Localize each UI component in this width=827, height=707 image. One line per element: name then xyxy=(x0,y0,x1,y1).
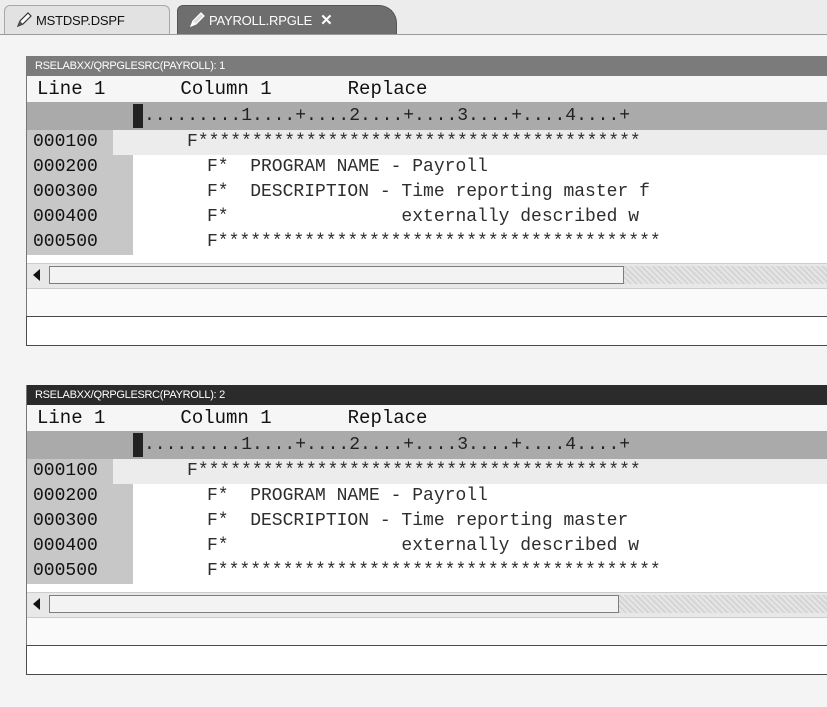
source-text[interactable]: F* DESCRIPTION - Time reporting master xyxy=(133,509,628,534)
sequence-number: 000500 xyxy=(27,559,133,584)
source-text[interactable]: F***************************************… xyxy=(113,459,827,484)
horizontal-scrollbar[interactable] xyxy=(27,592,827,618)
source-text[interactable]: F* externally described w xyxy=(133,534,639,559)
scrollbar-thumb[interactable] xyxy=(49,266,624,284)
column-indicator: Column 1 xyxy=(180,407,272,429)
horizontal-scrollbar[interactable] xyxy=(27,263,827,289)
source-lines[interactable]: 000100 F*********************************… xyxy=(27,130,827,255)
source-row[interactable]: 000500 F*********************************… xyxy=(27,559,827,584)
pane-header: RSELABXX/QRPGLESRC(PAYROLL): 2 xyxy=(27,385,827,405)
line-indicator: Line 1 xyxy=(37,407,106,429)
source-row[interactable]: 000300 F* DESCRIPTION - Time reporting ma… xyxy=(27,180,827,205)
sequence-number: 000200 xyxy=(27,484,133,509)
insert-mode-indicator: Replace xyxy=(347,407,428,429)
scroll-left-arrow-icon[interactable] xyxy=(33,269,40,281)
editor-window: MSTDSP.DSPF PAYROLL.RPGLE ✕ RSELABXX/QRP… xyxy=(0,0,827,707)
pane-header: RSELABXX/QRPGLESRC(PAYROLL): 1 xyxy=(27,56,827,76)
editor-pane-2[interactable]: RSELABXX/QRPGLESRC(PAYROLL): 2 Line 1 Col… xyxy=(26,385,827,675)
column-ruler: .........1....+....2....+....3....+....4… xyxy=(27,102,827,130)
sequence-number: 000400 xyxy=(27,534,133,559)
scrollbar-thumb[interactable] xyxy=(49,595,619,613)
ruler-scale: .........1....+....2....+....3....+....4… xyxy=(144,106,631,126)
pencil-icon xyxy=(16,12,32,28)
text-cursor xyxy=(133,104,143,128)
source-lines[interactable]: 000100 F*********************************… xyxy=(27,459,827,584)
sequence-number: 000500 xyxy=(27,230,133,255)
editor-pane-1[interactable]: RSELABXX/QRPGLESRC(PAYROLL): 1 Line 1 Col… xyxy=(26,56,827,346)
source-row[interactable]: 000100 F*********************************… xyxy=(27,459,827,484)
sequence-number: 000200 xyxy=(27,155,133,180)
command-line-input[interactable] xyxy=(26,645,827,675)
source-row[interactable]: 000400 F* externally described w xyxy=(27,534,827,559)
status-line: Line 1 Column 1 Replace xyxy=(27,405,827,431)
source-row[interactable]: 000500 F*********************************… xyxy=(27,230,827,255)
source-row[interactable]: 000400 F* externally described w xyxy=(27,205,827,230)
message-area xyxy=(27,618,827,645)
source-row[interactable]: 000200 F* PROGRAM NAME - Payroll xyxy=(27,155,827,180)
scrollbar-track[interactable] xyxy=(624,266,827,284)
pencil-icon xyxy=(189,12,205,28)
scrollbar-track[interactable] xyxy=(619,595,827,613)
tab-payroll-rpgle[interactable]: PAYROLL.RPGLE ✕ xyxy=(177,5,397,34)
command-line-input[interactable] xyxy=(26,316,827,346)
text-cursor xyxy=(133,433,143,457)
tab-label: MSTDSP.DSPF xyxy=(36,12,125,28)
line-indicator: Line 1 xyxy=(37,78,106,100)
source-text[interactable]: F* PROGRAM NAME - Payroll xyxy=(133,484,488,509)
source-row[interactable]: 000100 F*********************************… xyxy=(27,130,827,155)
source-row[interactable]: 000200 F* PROGRAM NAME - Payroll xyxy=(27,484,827,509)
source-text[interactable]: F***************************************… xyxy=(133,559,661,584)
ruler-scale: .........1....+....2....+....3....+....4… xyxy=(144,435,631,455)
sequence-number: 000300 xyxy=(27,509,133,534)
insert-mode-indicator: Replace xyxy=(347,78,428,100)
source-text[interactable]: F***************************************… xyxy=(133,230,661,255)
tab-label: PAYROLL.RPGLE xyxy=(209,12,313,28)
sequence-number: 000100 xyxy=(27,459,114,484)
sequence-number: 000400 xyxy=(27,205,133,230)
scroll-left-arrow-icon[interactable] xyxy=(33,598,40,610)
editor-tab-bar: MSTDSP.DSPF PAYROLL.RPGLE ✕ xyxy=(0,0,827,35)
status-line: Line 1 Column 1 Replace xyxy=(27,76,827,102)
close-icon[interactable]: ✕ xyxy=(320,11,333,29)
sequence-number: 000100 xyxy=(27,130,114,155)
column-ruler: .........1....+....2....+....3....+....4… xyxy=(27,431,827,459)
source-row[interactable]: 000300 F* DESCRIPTION - Time reporting ma… xyxy=(27,509,827,534)
source-text[interactable]: F* PROGRAM NAME - Payroll xyxy=(133,155,488,180)
tab-mstdsp-dspf[interactable]: MSTDSP.DSPF xyxy=(4,5,170,34)
sequence-number: 000300 xyxy=(27,180,133,205)
message-area xyxy=(27,289,827,316)
source-text[interactable]: F* DESCRIPTION - Time reporting master f xyxy=(133,180,650,205)
source-text[interactable]: F***************************************… xyxy=(113,130,827,155)
column-indicator: Column 1 xyxy=(180,78,272,100)
source-text[interactable]: F* externally described w xyxy=(133,205,639,230)
